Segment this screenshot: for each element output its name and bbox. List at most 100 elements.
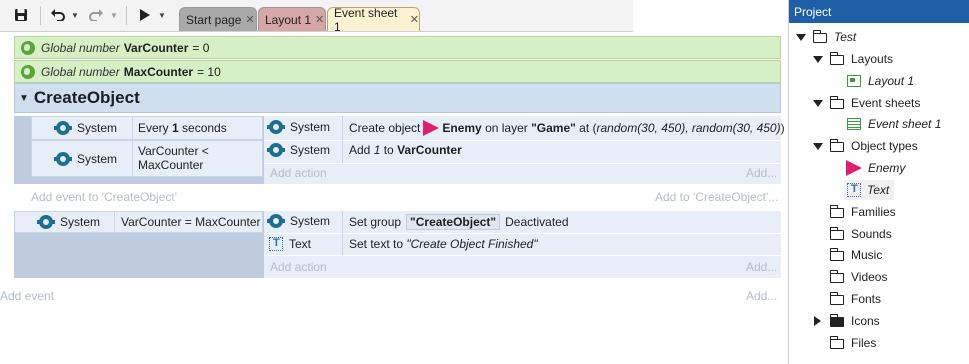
action-set-text[interactable]: Set text to "Create Object Finished" [349,237,538,251]
condition-text: VarCounter < MaxCounter [138,144,209,172]
tree-item-object-types[interactable]: Object types [813,136,918,156]
run-dropdown-icon[interactable]: ▼ [158,5,166,25]
global-name: MaxCounter [123,64,194,79]
condition-row[interactable]: System VarCounter = MaxCounter [14,211,263,233]
action-object[interactable]: System [267,120,330,134]
folder-icon [829,314,844,327]
redo-icon[interactable] [87,5,105,25]
object-name: System [77,151,118,166]
object-name: System [290,143,331,157]
action-create-object[interactable]: Create object Enemy on layer "Game" at (… [349,120,785,136]
tree-item-sounds[interactable]: Sounds [829,224,892,244]
expand-triangle-icon[interactable] [813,142,823,150]
group-header[interactable]: ▼ CreateObject [14,83,781,113]
tree-item-layouts[interactable]: Layouts [813,49,893,69]
tree-item-event-sheets[interactable]: Event sheets [813,93,920,113]
close-icon[interactable]: ✕ [245,13,254,26]
expand-triangle-icon[interactable] [813,55,823,63]
save-icon[interactable] [12,5,30,25]
tree-item-layout-1[interactable]: Layout 1 [847,71,914,91]
action-pre: Create object [349,121,421,135]
action-set-group[interactable]: Set group "CreateObject" Deactivated [349,214,569,230]
action-object-ref: Enemy [442,121,482,135]
global-name: VarCounter [123,40,189,55]
folder-icon [829,292,844,305]
divider [264,163,781,164]
action-pre: Set group [349,215,402,229]
tree-item-icons[interactable]: Icons [814,311,880,331]
object-name: System [77,121,118,135]
close-icon[interactable]: ✕ [410,13,419,26]
tab-label: Event sheet 1 [334,5,398,34]
tree-item-enemy[interactable]: Enemy [846,158,905,178]
redo-dropdown-icon[interactable]: ▼ [110,5,118,25]
tab-start-page[interactable]: Start page ✕ [179,7,257,31]
folder-icon [829,139,844,152]
undo-icon[interactable] [49,5,67,25]
tree-item-families[interactable]: Families [829,202,896,222]
action-num: 1 [373,143,381,157]
event-sheet: Global number VarCounter = 0 Global numb… [0,33,788,364]
global-variable-row[interactable]: Global number VarCounter = 0 [14,36,781,59]
action-object[interactable]: Text [269,237,311,251]
tab-layout-1[interactable]: Layout 1 ✕ [258,7,326,31]
add-to-group-link[interactable]: Add to 'CreateObject'... [655,190,778,204]
tree-label: Event sheets [851,96,921,110]
add-more-link[interactable]: Add... [746,260,777,274]
tree-label: Videos [851,270,888,284]
undo-dropdown-icon[interactable]: ▼ [71,5,79,25]
folder-icon [829,52,844,65]
action-close: ) [780,121,785,135]
tree-label: Files [851,336,877,350]
condition-row[interactable]: System VarCounter < MaxCounter [31,140,263,177]
action-value: "Create Object Finished" [406,237,538,251]
tree-label: Object types [851,139,918,153]
gear-icon [54,121,72,135]
folder-icon [812,30,827,43]
divider [342,116,343,163]
tree-item-videos[interactable]: Videos [829,267,888,287]
close-icon[interactable]: ✕ [315,13,324,26]
globe-icon [21,40,35,55]
divider [132,141,133,176]
globe-icon [21,64,35,79]
tree-item-files[interactable]: Files [829,333,877,353]
add-event-to-group-link[interactable]: Add event to 'CreateObject' [31,190,177,204]
run-icon[interactable] [138,5,152,25]
tree-label: Music [851,248,883,262]
folder-icon [829,205,844,218]
tree-item-music[interactable]: Music [829,245,883,265]
global-variable-row[interactable]: Global number MaxCounter = 10 [14,60,781,83]
add-more-link[interactable]: Add... [746,289,777,303]
collapse-triangle-icon[interactable]: ▼ [19,93,29,104]
tree-item-event-sheet-1[interactable]: Event sheet 1 [847,114,941,134]
action-add-to[interactable]: Add 1 to VarCounter [349,143,462,157]
add-more-link[interactable]: Add... [746,166,777,180]
folder-icon [829,96,844,109]
add-action-link[interactable]: Add action [270,260,327,274]
tree-item-test[interactable]: Test [796,27,856,47]
action-pre: Set text to [349,237,407,251]
condition-pre: Every [138,121,173,135]
collapsed-triangle-icon[interactable] [814,316,821,326]
action-var: VarCounter [397,143,462,157]
tree-item-fonts[interactable]: Fonts [829,289,881,309]
condition-strong: 1 [172,121,179,135]
condition-line: VarCounter < [138,144,209,158]
expand-triangle-icon[interactable] [796,33,806,41]
condition-object: System [54,151,118,166]
tree-item-text[interactable]: Text [844,180,894,200]
tab-label: Layout 1 [265,12,312,27]
condition-row[interactable]: System Every 1 seconds [31,116,263,140]
tab-event-sheet-1[interactable]: Event sheet 1 ✕ [327,5,420,34]
tree-label: Families [851,205,896,219]
action-object[interactable]: System [267,214,331,228]
folder-icon [829,270,844,283]
action-post: Deactivated [505,215,569,229]
tree-label: Text [867,183,890,197]
action-object[interactable]: System [267,143,331,157]
object-name: System [290,214,331,228]
add-action-link[interactable]: Add action [270,166,327,180]
add-event-link[interactable]: Add event [0,289,54,303]
expand-triangle-icon[interactable] [813,99,823,107]
